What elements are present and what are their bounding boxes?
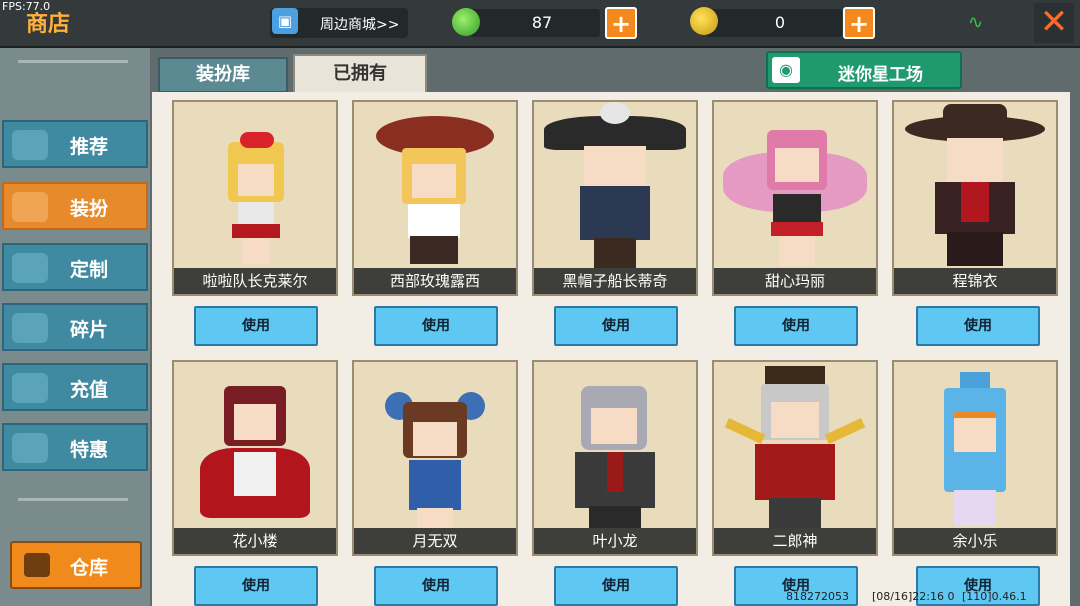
tab-owned[interactable]: 已拥有 (293, 54, 427, 94)
version-info: [110]0.46.1 (962, 590, 1027, 603)
skin-name: 黑帽子船长蒂奇 (534, 268, 696, 294)
use-button[interactable]: 使用 (194, 566, 318, 606)
add-coins-button[interactable]: + (843, 7, 875, 39)
timestamp: [08/16]22:16 0 (872, 590, 955, 603)
character-figure (385, 392, 485, 532)
add-gems-button[interactable]: + (605, 7, 637, 39)
sidebar-item-deals[interactable]: 特惠 (2, 423, 148, 471)
coins-icon (12, 373, 48, 403)
coin-balance: 0 (774, 13, 786, 32)
signal-icon: ∿ (968, 12, 984, 33)
skin-name: 二郎神 (714, 528, 876, 554)
character-figure (540, 102, 690, 268)
sidebar-item-label: 装扮 (70, 198, 109, 220)
use-button[interactable]: 使用 (916, 306, 1040, 346)
gem-icon (452, 8, 480, 36)
workshop-label: 迷你星工场 (838, 65, 923, 85)
sidebar-item-label: 碎片 (70, 319, 109, 341)
sidebar-item-label: 充值 (70, 379, 109, 401)
sidebar-item-label: 定制 (70, 259, 109, 281)
skin-name: 啦啦队长克莱尔 (174, 268, 336, 294)
skin-card[interactable]: 甜心玛丽 (712, 100, 878, 296)
skin-name: 叶小龙 (534, 528, 696, 554)
skin-name: 月无双 (354, 528, 516, 554)
skin-name: 余小乐 (894, 528, 1056, 554)
user-id: 818272053 (786, 590, 849, 603)
skin-card[interactable]: 叶小龙 (532, 360, 698, 556)
skin-card[interactable]: 程锦衣 (892, 100, 1058, 296)
skin-card[interactable]: 余小乐 (892, 360, 1058, 556)
tab-wardrobe[interactable]: 装扮库 (158, 57, 288, 93)
skin-name: 甜心玛丽 (714, 268, 876, 294)
sidebar-item-custom[interactable]: 定制 (2, 243, 148, 291)
sidebar-item-recharge[interactable]: 充值 (2, 363, 148, 411)
skin-name: 西部玫瑰露西 (354, 268, 516, 294)
character-figure (724, 366, 866, 532)
camera-icon: ◉ (772, 57, 800, 83)
mall-link-label[interactable]: 周边商城>> (320, 14, 399, 34)
character-figure (930, 372, 1020, 532)
puzzle-icon (12, 313, 48, 343)
shopping-bag-icon[interactable]: ▣ (272, 8, 298, 34)
skin-card[interactable]: 月无双 (352, 360, 518, 556)
character-figure (723, 122, 867, 268)
gift-icon (12, 433, 48, 463)
sidebar-item-recommend[interactable]: 推荐 (2, 120, 148, 168)
character-figure (905, 104, 1045, 268)
skin-name: 花小楼 (174, 528, 336, 554)
skin-card[interactable]: 黑帽子船长蒂奇 (532, 100, 698, 296)
sidebar-item-label: 特惠 (70, 439, 109, 461)
use-button[interactable]: 使用 (734, 306, 858, 346)
workshop-button[interactable]: ◉ 迷你星工场 (766, 51, 962, 89)
use-button[interactable]: 使用 (374, 306, 498, 346)
tab-label: 已拥有 (333, 63, 387, 84)
pencil-icon (12, 253, 48, 283)
skin-name: 程锦衣 (894, 268, 1056, 294)
skin-card[interactable]: 西部玫瑰露西 (352, 100, 518, 296)
coin-icon (690, 7, 718, 35)
use-button[interactable]: 使用 (374, 566, 498, 606)
shirt-icon (12, 192, 48, 222)
skin-grid: 啦啦队长克莱尔 使用 西部玫瑰露西 使用 黑帽子船长蒂奇 使用 甜心玛丽 使用 … (152, 92, 1070, 606)
skin-card[interactable]: 二郎神 (712, 360, 878, 556)
skin-card[interactable]: 花小楼 (172, 360, 338, 556)
close-button[interactable]: ✕ (1034, 3, 1074, 43)
skin-card[interactable]: 啦啦队长克莱尔 (172, 100, 338, 296)
sidebar-item-dressup[interactable]: 装扮 (2, 182, 148, 230)
thumbs-up-icon (12, 130, 48, 160)
character-figure (555, 382, 675, 532)
tab-label: 装扮库 (196, 64, 250, 85)
character-figure (370, 108, 500, 268)
page-title: 商店 (26, 12, 71, 37)
character-figure (190, 382, 320, 532)
chest-icon (24, 553, 50, 577)
warehouse-button[interactable]: 仓库 (10, 541, 142, 589)
gem-balance: 87 (531, 13, 553, 32)
use-button[interactable]: 使用 (554, 306, 678, 346)
use-button[interactable]: 使用 (194, 306, 318, 346)
warehouse-label: 仓库 (70, 557, 109, 579)
use-button[interactable]: 使用 (554, 566, 678, 606)
sidebar-item-label: 推荐 (70, 136, 109, 158)
sidebar-divider (18, 60, 128, 63)
sidebar-divider (18, 498, 128, 501)
character-figure (220, 132, 290, 264)
sidebar-item-fragments[interactable]: 碎片 (2, 303, 148, 351)
